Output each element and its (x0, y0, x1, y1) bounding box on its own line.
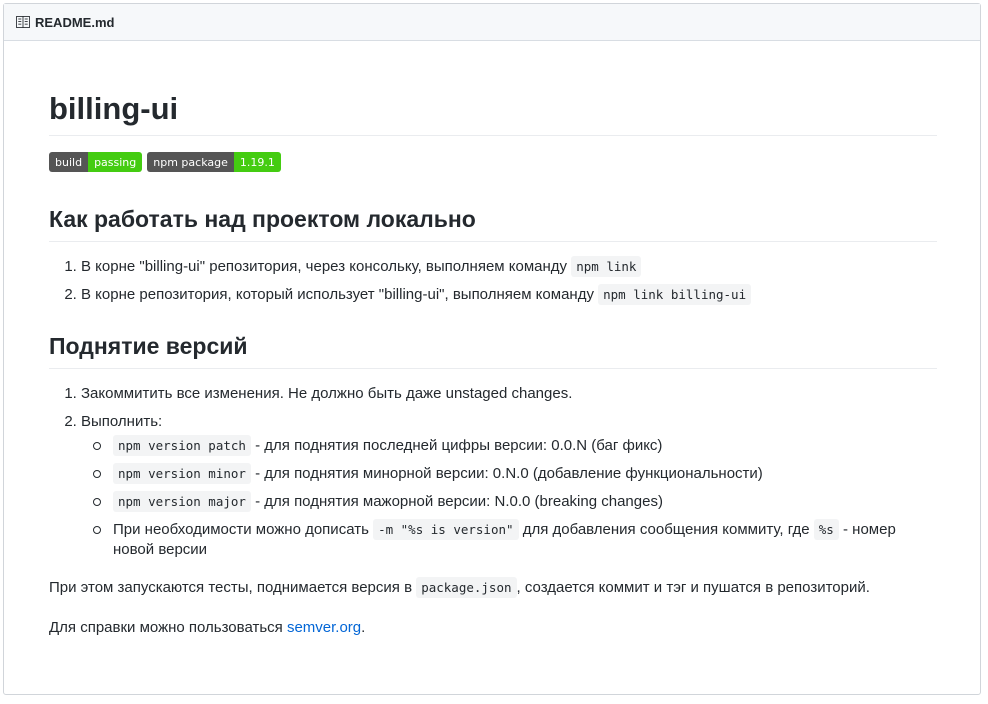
list-item: Выполнить: npm version patch - для подня… (81, 412, 937, 560)
list-item-text: Выполнить: (81, 412, 163, 430)
list-item: В корне "billing-ui" репозитория, через … (81, 255, 937, 277)
npm-badge[interactable]: npm package 1.19.1 (147, 152, 281, 173)
bullet-icon (93, 525, 101, 534)
paragraph-text: . (361, 618, 366, 636)
readme-box: README.md billing-ui build passing npm p… (3, 3, 981, 695)
inline-code: -m "%s is version" (373, 518, 519, 540)
list-item: npm version major - для поднятия мажорно… (93, 490, 937, 512)
build-badge-value: passing (88, 152, 143, 173)
list-item-text: Закоммитить все изменения. Не должно быт… (81, 384, 573, 402)
bullet-icon (93, 497, 101, 506)
list-item-text: для добавления сообщения коммиту, где (518, 520, 814, 538)
version-steps-list: Закоммитить все изменения. Не должно быт… (49, 384, 937, 560)
readme-filename[interactable]: README.md (35, 15, 114, 30)
badges: build passing npm package 1.19.1 (49, 152, 937, 173)
list-item: Закоммитить все изменения. Не должно быт… (81, 384, 937, 404)
list-item-text: - для поднятия минорной версии: 0.N.0 (д… (250, 464, 763, 482)
bullet-icon (93, 469, 101, 478)
list-item: npm version minor - для поднятия минорно… (93, 462, 937, 484)
paragraph-text: При этом запускаются тесты, поднимается … (49, 578, 417, 596)
bullet-icon (93, 441, 101, 450)
inline-code: npm version major (113, 490, 251, 512)
version-commands-list: npm version patch - для поднятия последн… (81, 434, 937, 560)
paragraph-text: Для справки можно пользоваться (49, 618, 287, 636)
page-title: billing-ui (49, 90, 937, 137)
list-item: В корне репозитория, который использует … (81, 283, 937, 305)
section-heading-local: Как работать над проектом локально (49, 205, 937, 242)
inline-code: npm link billing-ui (598, 283, 752, 305)
list-item-text: - для поднятия последней цифры версии: 0… (250, 436, 663, 454)
inline-code: %s (813, 518, 839, 540)
list-item-text: При необходимости можно дописать (113, 520, 374, 538)
list-item-text: В корне "billing-ui" репозитория, через … (81, 257, 572, 275)
local-steps-list: В корне "billing-ui" репозитория, через … (49, 255, 937, 305)
inline-code: npm version patch (113, 434, 251, 456)
paragraph-text: , создается коммит и тэг и пушатся в реп… (516, 578, 870, 596)
list-item-text: В корне репозитория, который использует … (81, 285, 599, 303)
build-badge[interactable]: build passing (49, 152, 143, 173)
inline-code: npm link (571, 255, 642, 277)
list-item: При необходимости можно дописать -m "%s … (93, 518, 937, 560)
book-icon (16, 16, 30, 28)
list-item-text: - для поднятия мажорной версии: N.0.0 (b… (250, 492, 663, 510)
npm-badge-label: npm package (147, 152, 234, 173)
readme-header: README.md (4, 4, 980, 41)
paragraph-reference: Для справки можно пользоваться semver.or… (49, 616, 937, 640)
readme-content: billing-ui build passing npm package 1.1… (49, 42, 937, 640)
inline-code: package.json (416, 576, 517, 598)
build-badge-label: build (49, 152, 89, 173)
list-item: npm version patch - для поднятия последн… (93, 434, 937, 456)
semver-link[interactable]: semver.org (287, 619, 361, 636)
inline-code: npm version minor (113, 462, 251, 484)
section-heading-versions: Поднятие версий (49, 332, 937, 369)
npm-badge-value: 1.19.1 (233, 152, 281, 173)
paragraph-tests: При этом запускаются тесты, поднимается … (49, 576, 937, 600)
